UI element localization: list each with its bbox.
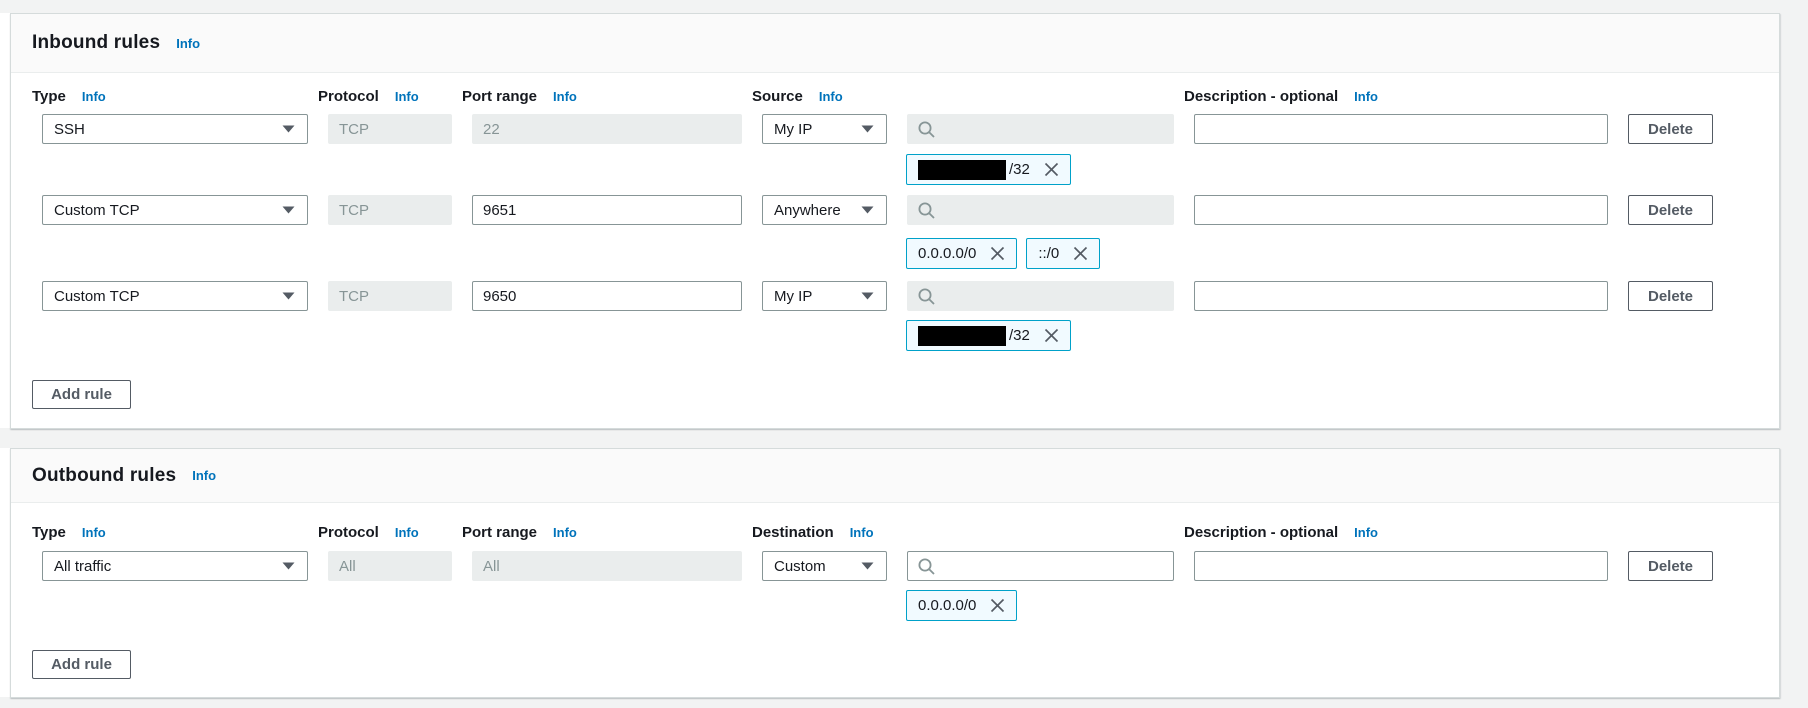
inbound-column-headers: Type Info Protocol Info Port range Info … xyxy=(32,88,1703,105)
search-icon xyxy=(917,120,936,139)
remove-chip-icon[interactable] xyxy=(1072,245,1089,262)
chevron-down-icon xyxy=(282,562,295,570)
remove-chip-icon[interactable] xyxy=(1043,327,1060,344)
column-header-port-range: Port range Info xyxy=(462,524,732,541)
redacted-ip-block xyxy=(918,326,1006,346)
redacted-ip-block xyxy=(918,160,1006,180)
search-icon xyxy=(917,557,936,576)
column-header-type: Type Info xyxy=(32,88,298,105)
column-header-protocol: Protocol Info xyxy=(318,524,442,541)
description-input[interactable] xyxy=(1194,195,1608,225)
column-header-source: Source Info xyxy=(752,88,1164,105)
column-header-description: Description - optional Info xyxy=(1184,88,1598,105)
cidr-chip: /32 xyxy=(906,154,1071,185)
outbound-panel-header: Outbound rules Info xyxy=(11,449,1779,503)
description-input[interactable] xyxy=(1194,551,1608,581)
page-left-margin xyxy=(0,448,10,697)
remove-chip-icon[interactable] xyxy=(989,597,1006,614)
page-left-margin xyxy=(0,13,10,428)
description-info-link[interactable]: Info xyxy=(1354,89,1378,104)
inbound-row-3-chips: /32 xyxy=(906,320,1071,351)
type-info-link[interactable]: Info xyxy=(82,89,106,104)
type-select[interactable]: Custom TCP xyxy=(42,195,308,225)
outbound-info-link[interactable]: Info xyxy=(192,468,216,483)
inbound-info-link[interactable]: Info xyxy=(176,36,200,51)
port-range-input[interactable] xyxy=(472,281,742,311)
source-type-select[interactable]: My IP xyxy=(762,281,887,311)
port-range-field xyxy=(472,114,742,144)
column-header-port-range: Port range Info xyxy=(462,88,732,105)
port-range-info-link[interactable]: Info xyxy=(553,525,577,540)
protocol-field xyxy=(328,551,452,581)
inbound-rule-row-1: SSH My IP Delete xyxy=(42,114,1713,144)
type-select[interactable]: Custom TCP xyxy=(42,281,308,311)
inbound-rule-row-3: Custom TCP My IP Delete xyxy=(42,281,1713,311)
source-search-input xyxy=(907,114,1174,144)
delete-rule-button[interactable]: Delete xyxy=(1628,114,1713,144)
search-icon xyxy=(917,287,936,306)
source-type-select[interactable]: Anywhere xyxy=(762,195,887,225)
source-search-input xyxy=(907,281,1174,311)
inbound-title: Inbound rules xyxy=(32,32,160,54)
destination-info-link[interactable]: Info xyxy=(850,525,874,540)
chevron-down-icon xyxy=(282,292,295,300)
inbound-panel-header: Inbound rules Info xyxy=(11,14,1779,73)
chevron-down-icon xyxy=(282,125,295,133)
chevron-down-icon xyxy=(861,206,874,214)
outbound-rules-panel: Outbound rules Info Type Info Protocol I… xyxy=(10,448,1780,698)
chevron-down-icon xyxy=(861,562,874,570)
source-search-input xyxy=(907,195,1174,225)
add-rule-button[interactable]: Add rule xyxy=(32,650,131,679)
type-select[interactable]: SSH xyxy=(42,114,308,144)
cidr-chip: 0.0.0.0/0 xyxy=(906,590,1017,621)
description-input[interactable] xyxy=(1194,114,1608,144)
description-input[interactable] xyxy=(1194,281,1608,311)
column-header-protocol: Protocol Info xyxy=(318,88,442,105)
column-header-description: Description - optional Info xyxy=(1184,524,1598,541)
delete-rule-button[interactable]: Delete xyxy=(1628,551,1713,581)
cidr-chip: 0.0.0.0/0 xyxy=(906,238,1017,269)
protocol-info-link[interactable]: Info xyxy=(395,525,419,540)
remove-chip-icon[interactable] xyxy=(989,245,1006,262)
protocol-field xyxy=(328,114,452,144)
destination-type-select[interactable]: Custom xyxy=(762,551,887,581)
destination-search-input[interactable] xyxy=(907,551,1174,581)
inbound-rule-row-2: Custom TCP Anywhere Delete xyxy=(42,195,1713,225)
outbound-row-1-chips: 0.0.0.0/0 xyxy=(906,590,1017,621)
column-header-type: Type Info xyxy=(32,524,298,541)
add-rule-button[interactable]: Add rule xyxy=(32,380,131,409)
cidr-chip: /32 xyxy=(906,320,1071,351)
column-header-destination: Destination Info xyxy=(752,524,1164,541)
chevron-down-icon xyxy=(861,292,874,300)
type-info-link[interactable]: Info xyxy=(82,525,106,540)
inbound-row-1-chips: /32 xyxy=(906,154,1071,185)
remove-chip-icon[interactable] xyxy=(1043,161,1060,178)
protocol-info-link[interactable]: Info xyxy=(395,89,419,104)
outbound-column-headers: Type Info Protocol Info Port range Info … xyxy=(32,524,1703,541)
source-info-link[interactable]: Info xyxy=(819,89,843,104)
type-select[interactable]: All traffic xyxy=(42,551,308,581)
inbound-rules-panel: Inbound rules Info Type Info Protocol In… xyxy=(10,13,1780,429)
description-info-link[interactable]: Info xyxy=(1354,525,1378,540)
search-icon xyxy=(917,201,936,220)
port-range-field xyxy=(472,551,742,581)
protocol-field xyxy=(328,281,452,311)
outbound-title: Outbound rules xyxy=(32,465,176,487)
port-range-input[interactable] xyxy=(472,195,742,225)
inbound-row-2-chips: 0.0.0.0/0 ::/0 xyxy=(906,238,1100,269)
chevron-down-icon xyxy=(861,125,874,133)
source-type-select[interactable]: My IP xyxy=(762,114,887,144)
outbound-rule-row-1: All traffic Custom Delete xyxy=(42,551,1713,581)
protocol-field xyxy=(328,195,452,225)
port-range-info-link[interactable]: Info xyxy=(553,89,577,104)
delete-rule-button[interactable]: Delete xyxy=(1628,281,1713,311)
chevron-down-icon xyxy=(282,206,295,214)
delete-rule-button[interactable]: Delete xyxy=(1628,195,1713,225)
cidr-chip: ::/0 xyxy=(1026,238,1100,269)
